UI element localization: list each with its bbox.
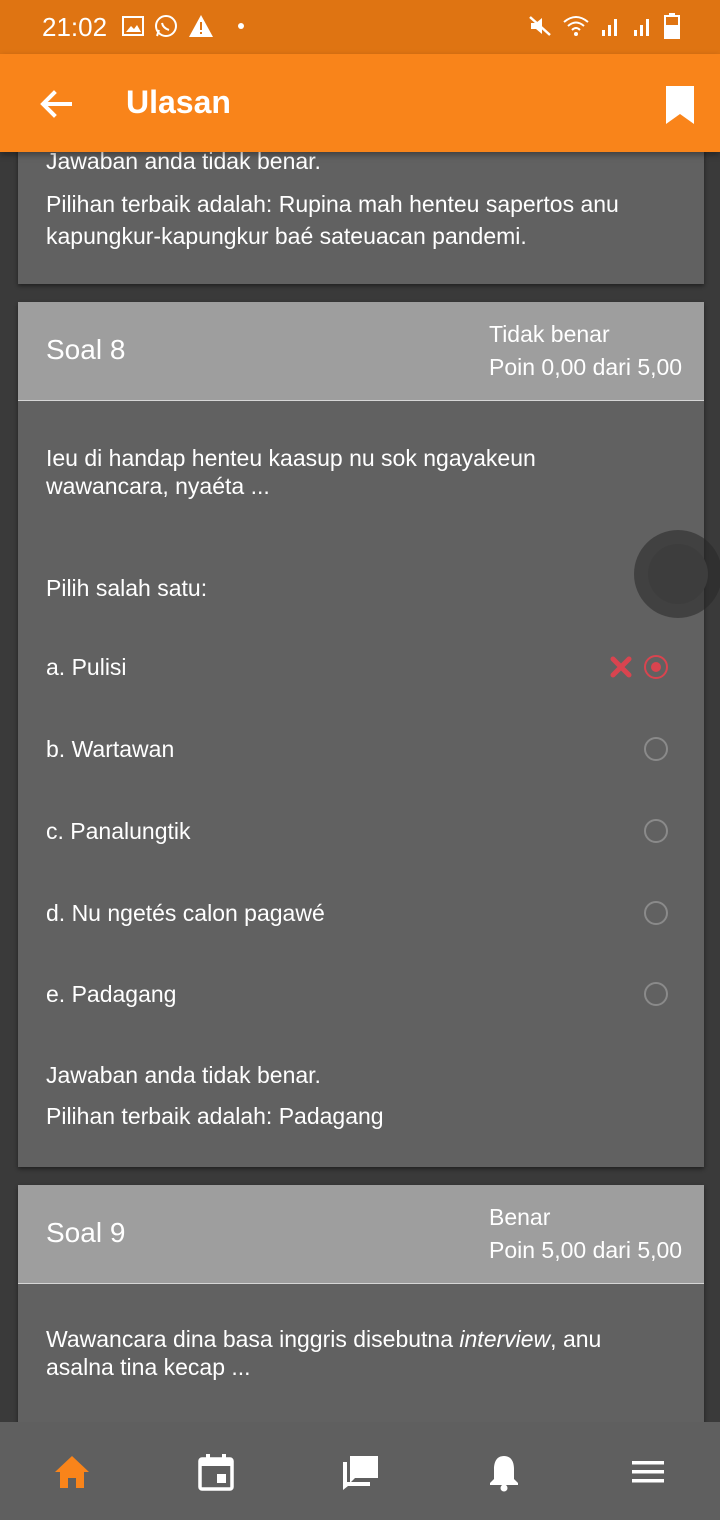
option-label: c. Panalungtik [46,818,191,844]
nav-notifications[interactable] [484,1452,524,1492]
option-label: a. Pulisi [46,654,127,680]
option-d[interactable]: d. Nu ngetés calon pagawé [18,886,704,946]
app-bar: Ulasan [0,54,720,152]
calendar-icon [198,1454,234,1491]
question-status: Benar Poin 5,00 dari 5,00 [489,1201,682,1267]
status-time: 21:02 [42,12,108,42]
question-card-7: Jawaban anda tidak benar. Pilihan terbai… [18,152,704,284]
option-c[interactable]: c. Panalungtik [18,804,704,864]
question-text: Wawancara dina basa inggris disebutna in… [46,1325,646,1381]
back-button[interactable] [34,82,78,126]
floating-button[interactable] [634,530,720,618]
bookmark-button[interactable] [662,84,698,126]
wifi-icon [563,16,589,36]
question-card-8: Soal 8 Tidak benar Poin 0,00 dari 5,00 I… [18,302,704,1167]
bell-icon [490,1456,518,1492]
radio-button[interactable] [644,901,668,925]
whatsapp-icon [155,15,177,37]
signal-icon [634,19,649,36]
bookmark-icon [666,86,694,124]
nav-home[interactable] [52,1452,92,1492]
page-title: Ulasan [126,84,231,120]
choose-prompt: Pilih salah satu: [46,575,208,601]
nav-messages[interactable] [340,1452,380,1492]
radio-button[interactable] [644,819,668,843]
bottom-navigation [0,1422,720,1520]
battery-icon [664,13,680,39]
system-icons [528,13,680,39]
option-e[interactable]: e. Padagang [18,967,704,1027]
notification-icons [122,14,244,38]
image-icon [122,16,144,36]
menu-icon [632,1461,664,1483]
nav-calendar[interactable] [196,1452,236,1492]
points-label: Poin 0,00 dari 5,00 [489,354,683,380]
wrong-icon [610,656,632,678]
messages-icon [343,1456,378,1490]
warning-icon [189,15,213,37]
status-bar: 21:02 [0,0,720,54]
points-label: Poin 5,00 dari 5,00 [489,1237,683,1263]
question-text-part: Wawancara dina basa inggris disebutna [46,1326,460,1352]
signal-icon [602,19,617,36]
question-number: Soal 8 [46,334,126,365]
option-a[interactable]: a. Pulisi [18,640,704,700]
option-label: b. Wartawan [46,736,175,762]
option-label: e. Padagang [46,981,177,1007]
home-icon [55,1456,89,1488]
radio-button[interactable] [644,737,668,761]
question-status: Tidak benar Poin 0,00 dari 5,00 [489,318,682,384]
mute-icon [529,16,551,36]
question-header: Soal 9 Benar Poin 5,00 dari 5,00 [18,1185,704,1284]
radio-button[interactable] [644,982,668,1006]
question-header: Soal 8 Tidak benar Poin 0,00 dari 5,00 [18,302,704,401]
feedback-text: Jawaban anda tidak benar. [46,1062,321,1088]
question-text-emphasis: interview [459,1326,551,1352]
question-text: Ieu di handap henteu kaasup nu sok ngaya… [46,445,536,499]
question-card-9: Soal 9 Benar Poin 5,00 dari 5,00 Wawanca… [18,1185,704,1422]
correct-answer-text: Pilihan terbaik adalah: Rupina mah hente… [46,191,619,249]
feedback-text: Jawaban anda tidak benar. [46,152,321,174]
correct-answer-text: Pilihan terbaik adalah: Padagang [46,1103,384,1129]
dot-icon [238,23,244,29]
arrow-left-icon [40,90,72,118]
review-content[interactable]: Jawaban anda tidak benar. Pilihan terbai… [0,152,720,1422]
radio-button[interactable] [644,655,668,679]
option-label: d. Nu ngetés calon pagawé [46,900,325,926]
status-label: Benar [489,1204,551,1230]
status-label: Tidak benar [489,321,610,347]
option-b[interactable]: b. Wartawan [18,722,704,782]
question-number: Soal 9 [46,1217,126,1248]
nav-menu[interactable] [628,1452,668,1492]
